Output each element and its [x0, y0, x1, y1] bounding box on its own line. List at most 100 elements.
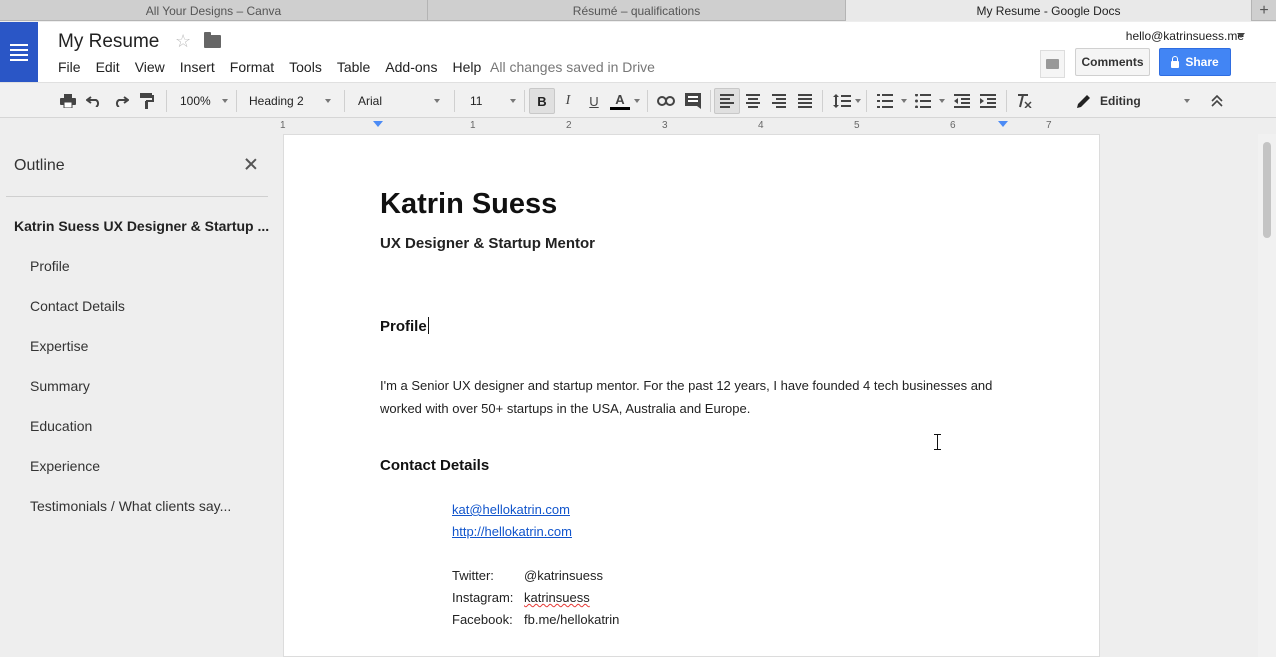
share-button[interactable]: Share [1159, 48, 1231, 76]
style-value: Heading 2 [249, 94, 304, 108]
ruler-number: 7 [1046, 120, 1052, 131]
bold-button[interactable]: B [529, 88, 555, 114]
resume-subtitle: UX Designer & Startup Mentor [380, 235, 596, 252]
outline-panel: Outline Katrin Suess UX Designer & Start… [0, 134, 270, 657]
increase-indent-icon[interactable] [978, 83, 998, 119]
menu-table[interactable]: Table [337, 59, 370, 75]
justify-icon[interactable] [796, 83, 814, 119]
browser-tab-bar: All Your Designs – Canva Résumé – qualif… [0, 0, 1276, 21]
document-title[interactable]: My Resume [58, 31, 159, 53]
toolbar: 100% Heading 2 Arial 11 B I U A Editing [0, 82, 1276, 118]
share-label: Share [1185, 55, 1219, 69]
editing-mode-select[interactable]: Editing [1100, 83, 1190, 119]
menu-insert[interactable]: Insert [180, 59, 215, 75]
outline-item-experience[interactable]: Experience [30, 458, 100, 474]
outline-item-summary[interactable]: Summary [30, 378, 90, 394]
twitter-label: Twitter: [452, 568, 494, 583]
left-indent-handle[interactable] [373, 121, 383, 127]
instagram-value: katrinsuess [524, 590, 590, 605]
align-left-icon[interactable] [714, 88, 740, 114]
menu-format[interactable]: Format [230, 59, 274, 75]
chevron-down-icon [434, 99, 440, 103]
ruler-number: 1 [280, 120, 286, 131]
outline-item-profile[interactable]: Profile [30, 258, 70, 274]
chat-button[interactable] [1040, 50, 1065, 78]
contact-details-heading: Contact Details [380, 457, 490, 474]
italic-button[interactable]: I [560, 83, 576, 119]
instagram-label: Instagram: [452, 590, 514, 605]
ruler-number: 3 [662, 120, 668, 131]
menu-tools[interactable]: Tools [289, 59, 322, 75]
browser-tab-resume-qualifications[interactable]: Résumé – qualifications [428, 0, 846, 21]
mouse-ibeam-cursor [933, 434, 942, 450]
font-size-value: 11 [470, 94, 483, 108]
collapse-icon[interactable] [1208, 83, 1226, 119]
line-spacing-icon[interactable] [830, 83, 854, 119]
align-right-icon[interactable] [770, 83, 788, 119]
menu-help[interactable]: Help [452, 59, 481, 75]
outline-item-expertise[interactable]: Expertise [30, 338, 88, 354]
ruler[interactable]: 1 1 2 3 4 5 6 7 [280, 118, 1100, 134]
email-link[interactable]: kat@hellokatrin.com [452, 502, 570, 517]
underline-button[interactable]: U [586, 83, 602, 119]
right-indent-handle[interactable] [998, 121, 1008, 127]
ruler-number: 5 [854, 120, 860, 131]
scrollbar-thumb[interactable] [1263, 142, 1271, 238]
undo-icon[interactable] [84, 83, 104, 119]
vertical-scrollbar[interactable] [1258, 134, 1276, 657]
style-select[interactable]: Heading 2 [249, 83, 331, 119]
link-icon[interactable] [655, 83, 677, 119]
pencil-icon [1076, 83, 1092, 119]
close-icon[interactable] [241, 154, 261, 174]
editing-mode-value: Editing [1100, 94, 1141, 108]
lock-icon [1171, 55, 1180, 68]
profile-heading: Profile [380, 317, 429, 335]
menu-bar: File Edit View Insert Format Tools Table… [58, 59, 496, 75]
align-center-icon[interactable] [744, 83, 762, 119]
browser-tab-canva[interactable]: All Your Designs – Canva [0, 0, 428, 21]
text-cursor [427, 317, 429, 334]
outline-item-testimonials[interactable]: Testimonials / What clients say... [30, 498, 231, 514]
folder-icon[interactable] [204, 32, 221, 48]
document-page[interactable]: Katrin Suess UX Designer & Startup Mento… [283, 134, 1100, 657]
new-tab-button[interactable]: + [1252, 0, 1276, 21]
comment-icon[interactable] [684, 83, 702, 119]
account-email[interactable]: hello@katrinsuess.me [1126, 29, 1244, 43]
menu-edit[interactable]: Edit [96, 59, 120, 75]
text-color-button[interactable]: A [610, 83, 630, 119]
chevron-down-icon [1184, 99, 1190, 103]
print-icon[interactable] [58, 83, 78, 119]
text-color-glyph: A [615, 91, 625, 107]
facebook-value: fb.me/hellokatrin [524, 612, 620, 627]
docs-logo-icon[interactable] [0, 22, 38, 82]
outline-item-education[interactable]: Education [30, 418, 92, 434]
zoom-select[interactable]: 100% [180, 83, 228, 119]
ruler-number: 6 [950, 120, 956, 131]
outline-item-contact-details[interactable]: Contact Details [30, 298, 125, 314]
profile-paragraph: I'm a Senior UX designer and startup men… [380, 378, 993, 416]
menu-add-ons[interactable]: Add-ons [385, 59, 437, 75]
docs-header: My Resume ☆ File Edit View Insert Format… [0, 22, 1276, 82]
ruler-number: 4 [758, 120, 764, 131]
redo-icon[interactable] [111, 83, 131, 119]
bulleted-list-icon[interactable] [912, 83, 934, 119]
numbered-list-icon[interactable] [874, 83, 896, 119]
ruler-number: 1 [470, 120, 476, 131]
browser-tab-google-docs[interactable]: My Resume - Google Docs [846, 0, 1252, 21]
font-select[interactable]: Arial [358, 83, 440, 119]
website-link[interactable]: http://hellokatrin.com [452, 524, 572, 539]
resume-name: Katrin Suess [380, 188, 558, 220]
chevron-down-icon [510, 99, 516, 103]
menu-file[interactable]: File [58, 59, 81, 75]
save-status[interactable]: All changes saved in Drive [490, 59, 655, 75]
clear-formatting-icon[interactable] [1013, 83, 1035, 119]
comments-button[interactable]: Comments [1075, 48, 1150, 76]
chevron-down-icon[interactable] [1237, 33, 1245, 38]
font-size-select[interactable]: 11 [470, 83, 516, 119]
outline-heading[interactable]: Katrin Suess UX Designer & Startup ... [14, 218, 269, 234]
decrease-indent-icon[interactable] [952, 83, 972, 119]
facebook-label: Facebook: [452, 612, 513, 627]
menu-view[interactable]: View [135, 59, 165, 75]
paint-format-icon[interactable] [137, 83, 157, 119]
star-icon[interactable]: ☆ [175, 31, 191, 52]
